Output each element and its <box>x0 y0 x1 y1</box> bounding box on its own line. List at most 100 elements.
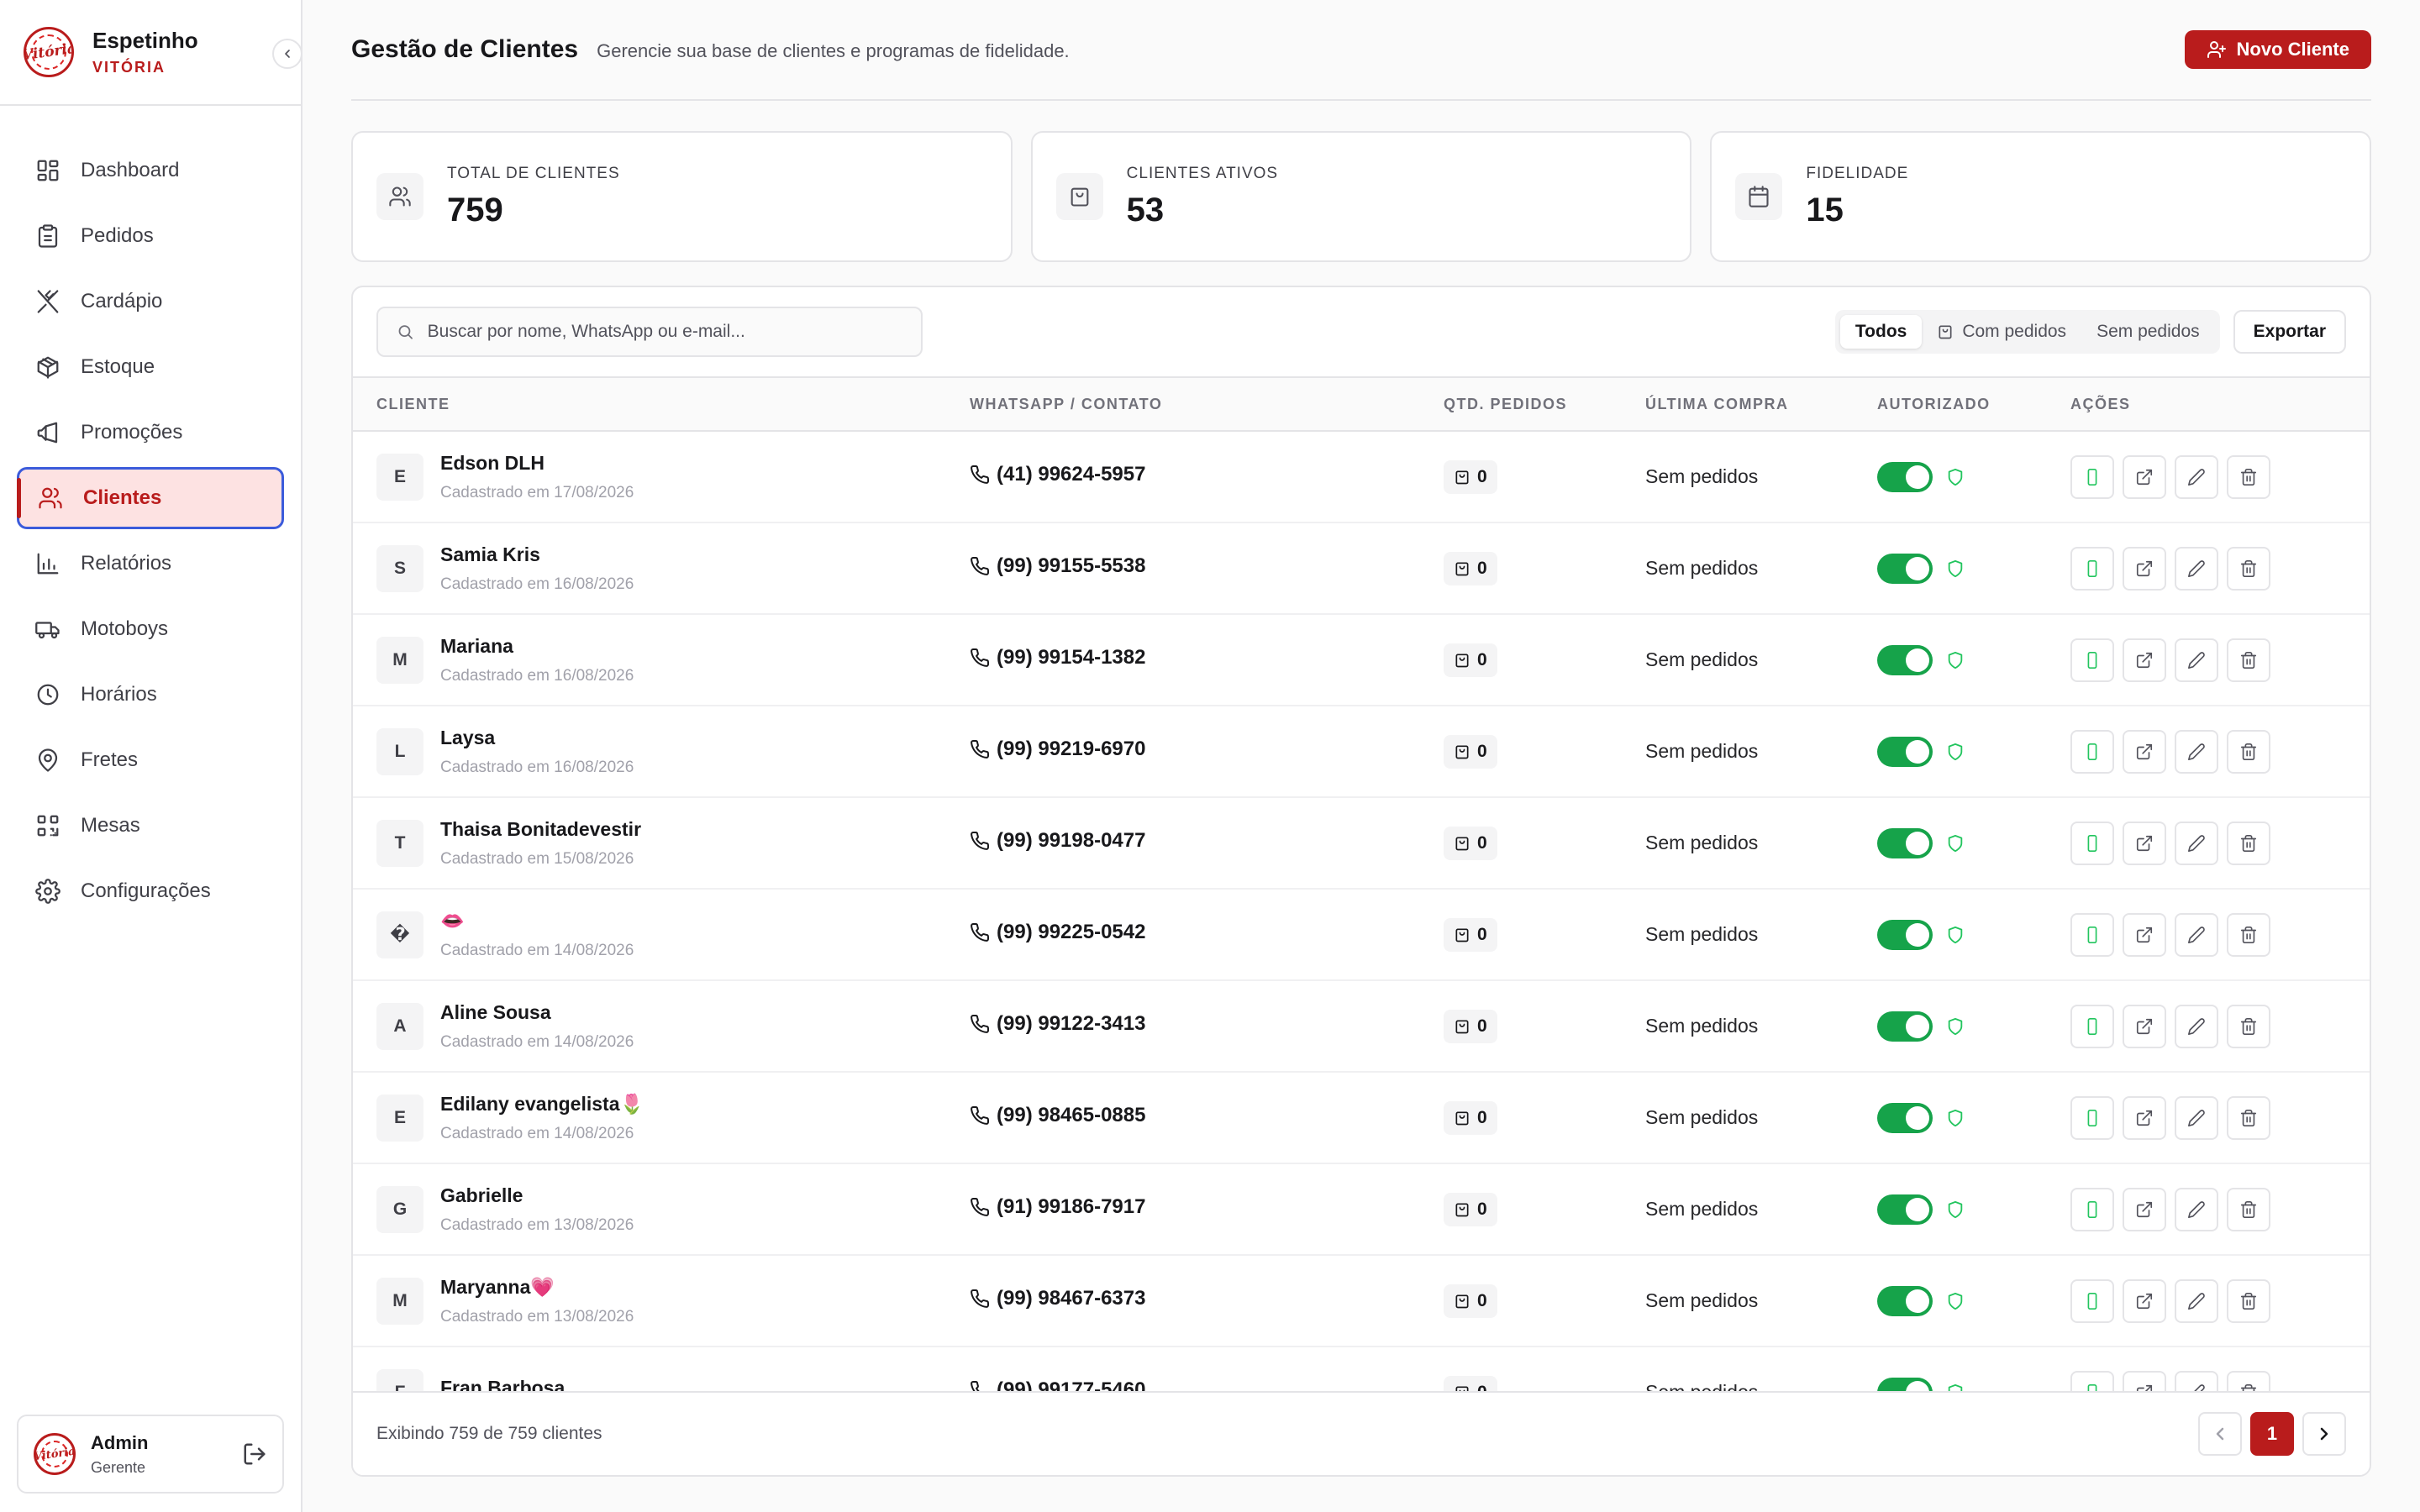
whatsapp-button[interactable] <box>2070 546 2114 591</box>
open-link-button[interactable] <box>2123 1004 2166 1048</box>
open-link-button[interactable] <box>2123 1278 2166 1323</box>
edit-button[interactable] <box>2175 454 2218 499</box>
whatsapp-button[interactable] <box>2070 1095 2114 1140</box>
authorized-toggle[interactable] <box>1877 1285 1933 1316</box>
authorized-toggle[interactable] <box>1877 644 1933 675</box>
sidebar-item-configuracoes[interactable]: Configurações <box>17 860 284 922</box>
delete-button[interactable] <box>2227 638 2270 682</box>
table-row[interactable]: A Aline Sousa Cadastrado em 14/08/2026 (99)… <box>353 981 2370 1073</box>
authorized-toggle[interactable] <box>1877 461 1933 492</box>
authorized-toggle[interactable] <box>1877 919 1933 950</box>
open-link-button[interactable] <box>2123 454 2166 499</box>
delete-button[interactable] <box>2227 912 2270 957</box>
edit-button[interactable] <box>2175 1187 2218 1231</box>
phone-icon <box>971 1197 990 1216</box>
open-link-button[interactable] <box>2123 729 2166 774</box>
delete-button[interactable] <box>2227 1187 2270 1231</box>
open-link-button[interactable] <box>2123 546 2166 591</box>
sidebar-item-cardapio[interactable]: Cardápio <box>17 270 284 333</box>
table-row[interactable]: M Maryanna💗 Cadastrado em 13/08/2026 (99) 9… <box>353 1256 2370 1347</box>
search-box[interactable] <box>376 307 923 357</box>
prev-page-button[interactable] <box>2198 1412 2242 1456</box>
client-phone[interactable]: (99) 99219-6970 <box>970 738 1444 761</box>
filter-with-orders[interactable]: Com pedidos <box>1922 315 2081 349</box>
edit-button[interactable] <box>2175 912 2218 957</box>
client-phone[interactable]: (99) 99225-0542 <box>970 921 1444 944</box>
delete-button[interactable] <box>2227 729 2270 774</box>
page-button-current[interactable]: 1 <box>2250 1412 2294 1456</box>
table-row[interactable]: T Thaisa Bonitadevestir Cadastrado em 15/0… <box>353 798 2370 890</box>
sidebar-item-relatorios[interactable]: Relatórios <box>17 533 284 595</box>
export-button[interactable]: Exportar <box>2233 310 2346 354</box>
client-phone[interactable]: (99) 99155-5538 <box>970 554 1444 578</box>
whatsapp-button[interactable] <box>2070 1004 2114 1048</box>
authorized-toggle[interactable] <box>1877 1194 1933 1225</box>
sidebar-item-motoboys[interactable]: Motoboys <box>17 598 284 660</box>
authorized-toggle[interactable] <box>1877 553 1933 584</box>
user-role: Gerente <box>91 1458 146 1476</box>
delete-button[interactable] <box>2227 1004 2270 1048</box>
sidebar-item-horarios[interactable]: Horários <box>17 664 284 726</box>
open-link-button[interactable] <box>2123 821 2166 865</box>
delete-button[interactable] <box>2227 1278 2270 1323</box>
filter-all[interactable]: Todos <box>1839 315 1923 349</box>
sidebar-item-promocoes[interactable]: Promoções <box>17 402 284 464</box>
authorized-toggle[interactable] <box>1877 1011 1933 1042</box>
shopping-bag-icon <box>1455 745 1469 759</box>
table-row[interactable]: � 👄 Cadastrado em 14/08/2026 (99) 99225-054… <box>353 890 2370 981</box>
whatsapp-button[interactable] <box>2070 729 2114 774</box>
client-phone[interactable]: (91) 99186-7917 <box>970 1195 1444 1219</box>
authorized-toggle[interactable] <box>1877 1102 1933 1133</box>
table-row[interactable]: E Edilany evangelista🌷 Cadastrado em 14/08… <box>353 1073 2370 1164</box>
sidebar-item-dashboard[interactable]: Dashboard <box>17 139 284 202</box>
delete-button[interactable] <box>2227 821 2270 865</box>
client-phone[interactable]: (99) 98467-6373 <box>970 1287 1444 1310</box>
delete-button[interactable] <box>2227 1095 2270 1140</box>
open-link-button[interactable] <box>2123 1095 2166 1140</box>
delete-button[interactable] <box>2227 454 2270 499</box>
authorized-toggle[interactable] <box>1877 827 1933 858</box>
edit-button[interactable] <box>2175 638 2218 682</box>
open-link-button[interactable] <box>2123 1187 2166 1231</box>
edit-button[interactable] <box>2175 1095 2218 1140</box>
whatsapp-button[interactable] <box>2070 1278 2114 1323</box>
whatsapp-button[interactable] <box>2070 1187 2114 1231</box>
client-phone[interactable]: (41) 99624-5957 <box>970 463 1444 486</box>
client-phone[interactable]: (99) 99198-0477 <box>970 829 1444 853</box>
edit-button[interactable] <box>2175 1278 2218 1323</box>
table-row[interactable]: E Edson DLH Cadastrado em 17/08/2026 (41) 9… <box>353 432 2370 523</box>
table-row[interactable]: F Fran Barbosa (99) 99177-5460 0 Sem pedidos <box>353 1347 2370 1394</box>
whatsapp-button[interactable] <box>2070 454 2114 499</box>
authorized-toggle[interactable] <box>1877 736 1933 767</box>
client-phone[interactable]: (99) 99122-3413 <box>970 1012 1444 1036</box>
edit-button[interactable] <box>2175 1004 2218 1048</box>
sidebar-item-mesas[interactable]: Mesas <box>17 795 284 857</box>
client-phone[interactable]: (99) 98465-0885 <box>970 1104 1444 1127</box>
new-client-button[interactable]: Novo Cliente <box>2184 30 2371 69</box>
next-page-button[interactable] <box>2302 1412 2346 1456</box>
edit-button[interactable] <box>2175 729 2218 774</box>
sidebar-item-clientes[interactable]: Clientes <box>17 467 284 529</box>
whatsapp-button[interactable] <box>2070 912 2114 957</box>
table-header: CLIENTE WHATSAPP / CONTATO QTD. PEDIDOS … <box>353 376 2370 432</box>
client-phone[interactable]: (99) 99154-1382 <box>970 646 1444 669</box>
filter-without-orders[interactable]: Sem pedidos <box>2081 315 2215 349</box>
table-row[interactable]: S Samia Kris Cadastrado em 16/08/2026 (99) … <box>353 523 2370 615</box>
delete-button[interactable] <box>2227 546 2270 591</box>
edit-button[interactable] <box>2175 546 2218 591</box>
sidebar-item-pedidos[interactable]: Pedidos <box>17 205 284 267</box>
sidebar-item-fretes[interactable]: Fretes <box>17 729 284 791</box>
logout-icon[interactable] <box>242 1441 267 1467</box>
open-link-button[interactable] <box>2123 638 2166 682</box>
table-row[interactable]: L Laysa Cadastrado em 16/08/2026 (99) 99219… <box>353 706 2370 798</box>
table-row[interactable]: M Mariana Cadastrado em 16/08/2026 (99) 991… <box>353 615 2370 706</box>
table-row[interactable]: G Gabrielle Cadastrado em 13/08/2026 (91) 9… <box>353 1164 2370 1256</box>
collapse-sidebar-button[interactable] <box>272 39 302 69</box>
whatsapp-button[interactable] <box>2070 821 2114 865</box>
sidebar-item-estoque[interactable]: Estoque <box>17 336 284 398</box>
search-input[interactable] <box>427 322 902 342</box>
whatsapp-button[interactable] <box>2070 638 2114 682</box>
open-link-button[interactable] <box>2123 912 2166 957</box>
edit-button[interactable] <box>2175 821 2218 865</box>
table-body[interactable]: E Edson DLH Cadastrado em 17/08/2026 (41) 9… <box>353 432 2370 1394</box>
